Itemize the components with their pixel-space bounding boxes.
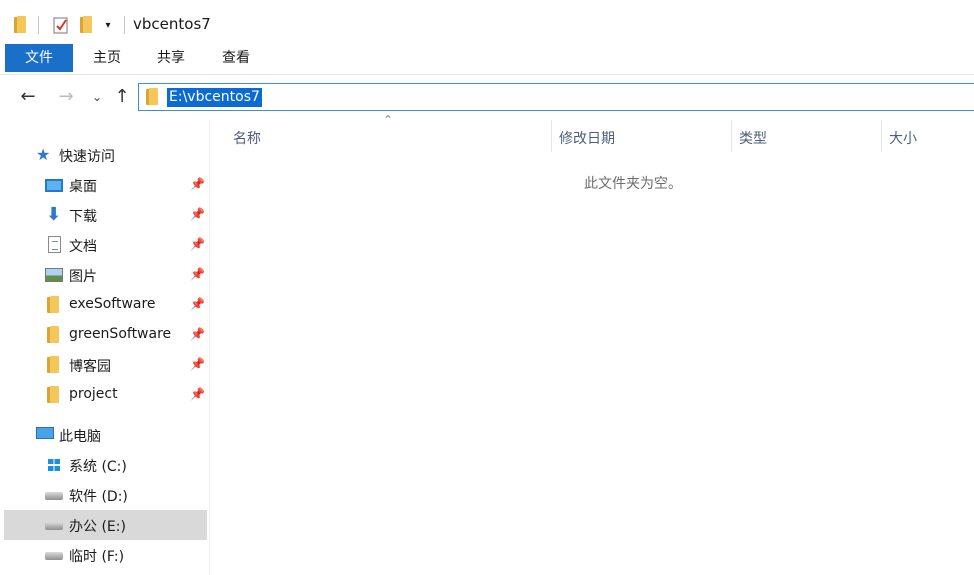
folder-icon bbox=[146, 88, 160, 106]
nav-label: greenSoftware bbox=[69, 326, 172, 342]
nav-label: exeSoftware bbox=[69, 296, 156, 312]
ribbon-tabs: 文件 主页 共享 查看 bbox=[0, 44, 974, 75]
folder-icon bbox=[47, 356, 65, 373]
nav-drive-f[interactable]: 临时 (F:) bbox=[4, 540, 207, 570]
column-header-label: 类型 bbox=[739, 131, 767, 147]
nav-item-exesoftware[interactable]: exeSoftware 📌 bbox=[4, 290, 207, 320]
nav-item-cnblogs[interactable]: 博客园 📌 bbox=[4, 350, 207, 380]
nav-quick-access[interactable]: ★ 快速访问 bbox=[4, 140, 207, 170]
tab-file[interactable]: 文件 bbox=[5, 44, 73, 72]
nav-label: 桌面 bbox=[69, 179, 97, 195]
nav-this-pc[interactable]: 此电脑 bbox=[4, 420, 207, 450]
navigation-bar: ← → ⌄ ↑ E:\vbcentos7 bbox=[0, 76, 974, 120]
folder-icon bbox=[47, 296, 65, 313]
pin-icon: 📌 bbox=[190, 267, 205, 281]
nav-label: 此电脑 bbox=[59, 429, 101, 445]
pin-icon: 📌 bbox=[190, 297, 205, 311]
pin-icon: 📌 bbox=[190, 327, 205, 341]
column-header-size[interactable]: 大小 bbox=[882, 120, 974, 152]
download-icon: ⬇ bbox=[46, 204, 62, 225]
drive-icon bbox=[45, 492, 63, 500]
nav-item-documents[interactable]: 文档 📌 bbox=[4, 230, 207, 260]
nav-label: 系统 (C:) bbox=[69, 459, 127, 475]
up-arrow-icon[interactable]: ↑ bbox=[111, 86, 133, 108]
pin-icon: 📌 bbox=[190, 387, 205, 401]
column-header-date-modified[interactable]: 修改日期 bbox=[552, 120, 732, 152]
nav-label: 办公 (E:) bbox=[69, 519, 126, 535]
tab-home[interactable]: 主页 bbox=[82, 44, 132, 72]
nav-label: project bbox=[69, 386, 118, 402]
column-header-name[interactable]: 名称 bbox=[210, 120, 552, 152]
column-header-label: 名称 bbox=[233, 131, 261, 147]
folder-icon bbox=[47, 386, 65, 403]
nav-item-greensoftware[interactable]: greenSoftware 📌 bbox=[4, 320, 207, 350]
nav-label: 临时 (F:) bbox=[69, 549, 125, 565]
nav-label: 文档 bbox=[69, 239, 97, 255]
drive-icon bbox=[45, 552, 63, 560]
nav-label: 博客园 bbox=[69, 359, 111, 375]
pin-icon: 📌 bbox=[190, 357, 205, 371]
nav-label: 快速访问 bbox=[59, 149, 115, 165]
recent-locations-chevron-icon[interactable]: ⌄ bbox=[86, 86, 108, 108]
documents-icon bbox=[48, 236, 61, 253]
toolbar-separator bbox=[124, 16, 125, 34]
column-header-type[interactable]: 类型 bbox=[732, 120, 882, 152]
nav-label: 下载 bbox=[69, 209, 97, 225]
window-title: vbcentos7 bbox=[133, 15, 211, 33]
navigation-pane: ★ 快速访问 桌面 📌 ⬇ 下载 📌 文档 📌 图片 📌 exeSoftware… bbox=[0, 120, 210, 575]
pin-icon: 📌 bbox=[190, 207, 205, 221]
nav-label: 软件 (D:) bbox=[69, 489, 128, 505]
drive-icon bbox=[45, 522, 63, 530]
title-bar: ▾ vbcentos7 bbox=[0, 0, 974, 44]
nav-drive-d[interactable]: 软件 (D:) bbox=[4, 480, 207, 510]
desktop-icon bbox=[45, 179, 63, 192]
nav-drive-c[interactable]: 系统 (C:) bbox=[4, 450, 207, 480]
nav-item-desktop[interactable]: 桌面 📌 bbox=[4, 170, 207, 200]
back-arrow-icon[interactable]: ← bbox=[17, 86, 39, 108]
nav-drive-e[interactable]: 办公 (E:) bbox=[4, 510, 207, 540]
forward-arrow-icon[interactable]: → bbox=[55, 86, 77, 108]
nav-item-downloads[interactable]: ⬇ 下载 📌 bbox=[4, 200, 207, 230]
star-icon: ★ bbox=[36, 145, 51, 164]
customize-dropdown-icon[interactable]: ▾ bbox=[100, 14, 116, 36]
column-header-label: 修改日期 bbox=[559, 131, 615, 147]
pictures-icon bbox=[45, 268, 63, 282]
address-bar[interactable]: E:\vbcentos7 bbox=[138, 83, 974, 111]
folder-icon bbox=[12, 14, 30, 36]
pin-icon: 📌 bbox=[190, 237, 205, 251]
column-header-label: 大小 bbox=[889, 131, 917, 147]
toolbar-separator bbox=[38, 16, 39, 34]
tab-view[interactable]: 查看 bbox=[211, 44, 261, 72]
address-path[interactable]: E:\vbcentos7 bbox=[167, 88, 262, 107]
windows-drive-icon bbox=[48, 459, 60, 471]
pin-icon: 📌 bbox=[190, 177, 205, 191]
nav-item-pictures[interactable]: 图片 📌 bbox=[4, 260, 207, 290]
folder-icon bbox=[47, 326, 65, 343]
nav-item-project[interactable]: project 📌 bbox=[4, 380, 207, 410]
computer-icon bbox=[36, 427, 54, 439]
new-folder-icon[interactable] bbox=[78, 14, 96, 36]
tab-share[interactable]: 共享 bbox=[146, 44, 196, 72]
pane-divider[interactable] bbox=[209, 120, 210, 575]
properties-icon[interactable] bbox=[50, 14, 72, 36]
empty-folder-message: 此文件夹为空。 bbox=[584, 176, 682, 192]
nav-label: 图片 bbox=[69, 269, 97, 285]
